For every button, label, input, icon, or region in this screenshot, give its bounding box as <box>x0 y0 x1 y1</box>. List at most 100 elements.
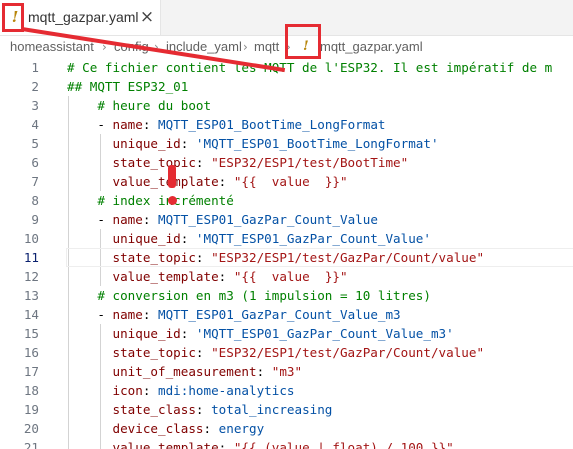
code-text: # conversion en m3 (1 impulsion = 10 lit… <box>67 286 431 305</box>
code-text: state_topic: "ESP32/ESP1/test/GazPar/Cou… <box>67 248 485 267</box>
code-text: value_template: "{{ value }}" <box>67 267 348 286</box>
code-line[interactable]: 4 - name: MQTT_ESP01_BootTime_LongFormat <box>0 115 573 134</box>
code-token: "{{ (value | float) / 100 }}" <box>233 440 454 449</box>
code-token: : <box>195 155 212 170</box>
code-line[interactable]: 20 device_class: energy <box>0 419 573 438</box>
code-line[interactable]: 15 unique_id: 'MQTT_ESP01_GazPar_Count_V… <box>0 324 573 343</box>
code-token: # conversion en m3 (1 impulsion = 10 lit… <box>97 288 431 303</box>
code-text: - name: MQTT_ESP01_GazPar_Count_Value <box>67 210 378 229</box>
code-token: # heure du boot <box>97 98 212 113</box>
line-number: 17 <box>23 364 39 379</box>
code-text: unit_of_measurement: "m3" <box>67 362 303 381</box>
code-token: : <box>195 345 212 360</box>
code-text: # heure du boot <box>67 96 211 115</box>
chevron-right-icon: › <box>243 40 248 54</box>
code-token: mdi:home-analytics <box>158 383 295 398</box>
code-token: # Ce fichier contient les MQTT de l'ESP3… <box>67 60 553 75</box>
code-token: - <box>67 117 113 132</box>
code-token: : <box>195 250 212 265</box>
code-token: : <box>218 174 234 189</box>
code-line[interactable]: 10 unique_id: 'MQTT_ESP01_GazPar_Count_V… <box>0 229 573 248</box>
code-token: MQTT_ESP01_GazPar_Count_Value <box>158 212 378 227</box>
line-number: 8 <box>31 193 39 208</box>
code-token: unique_id <box>112 231 181 246</box>
code-token: 'MQTT_ESP01_BootTime_LongFormat' <box>195 136 439 151</box>
code-line[interactable]: 1 # Ce fichier contient les MQTT de l'ESP… <box>0 58 573 77</box>
code-token: "ESP32/ESP1/test/GazPar/Count/value" <box>211 250 485 265</box>
code-line[interactable]: 7 value_template: "{{ value }}" <box>0 172 573 191</box>
code-token: : <box>203 421 219 436</box>
close-icon[interactable]: × <box>138 8 156 26</box>
annotation-box-tab <box>2 3 24 32</box>
code-line[interactable]: 5 unique_id: 'MQTT_ESP01_BootTime_LongFo… <box>0 134 573 153</box>
code-token: state_topic <box>112 155 196 170</box>
code-token: value_template <box>112 440 219 449</box>
line-number: 5 <box>31 136 39 151</box>
annotation-box-breadcrumb <box>285 24 321 59</box>
code-text: ## MQTT ESP32_01 <box>67 77 188 96</box>
code-token: 'MQTT_ESP01_GazPar_Count_Value_m3' <box>195 326 454 341</box>
code-line[interactable]: 18 icon: mdi:home-analytics <box>0 381 573 400</box>
line-number: 3 <box>31 98 39 113</box>
code-line[interactable]: 13 # conversion en m3 (1 impulsion = 10 … <box>0 286 573 305</box>
code-text: state_topic: "ESP32/ESP1/test/BootTime" <box>67 153 409 172</box>
code-line[interactable]: 17 unit_of_measurement: "m3" <box>0 362 573 381</box>
code-token: ## MQTT ESP32_01 <box>67 79 189 94</box>
code-token: unit_of_measurement <box>112 364 257 379</box>
code-token: : <box>142 383 159 398</box>
code-token: state_class <box>112 402 196 417</box>
code-token: unique_id <box>112 136 181 151</box>
code-line[interactable]: 21 value_template: "{{ (value | float) /… <box>0 438 573 449</box>
code-line[interactable]: 16 state_topic: "ESP32/ESP1/test/GazPar/… <box>0 343 573 362</box>
code-line[interactable]: 2 ## MQTT ESP32_01 <box>0 77 573 96</box>
code-line[interactable]: 19 state_class: total_increasing <box>0 400 573 419</box>
code-text: unique_id: 'MQTT_ESP01_GazPar_Count_Valu… <box>67 324 454 343</box>
code-text: state_topic: "ESP32/ESP1/test/GazPar/Cou… <box>67 343 485 362</box>
code-text: value_template: "{{ value }}" <box>67 172 348 191</box>
line-number: 21 <box>23 440 39 449</box>
code-line[interactable]: 9 - name: MQTT_ESP01_GazPar_Count_Value <box>0 210 573 229</box>
code-line[interactable]: 12 value_template: "{{ value }}" <box>0 267 573 286</box>
line-number: 6 <box>31 155 39 170</box>
code-text: unique_id: 'MQTT_ESP01_GazPar_Count_Valu… <box>67 229 431 248</box>
code-editor[interactable]: 1 # Ce fichier contient les MQTT de l'ESP… <box>0 58 573 449</box>
line-number: 9 <box>31 212 39 227</box>
code-token: device_class <box>112 421 204 436</box>
code-token: : <box>218 440 234 449</box>
code-token: MQTT_ESP01_GazPar_Count_Value_m3 <box>158 307 401 322</box>
code-line[interactable]: 8 # index incrémenté <box>0 191 573 210</box>
code-line[interactable]: 6 state_topic: "ESP32/ESP1/test/BootTime… <box>0 153 573 172</box>
line-number: 1 <box>31 60 39 75</box>
code-token: 'MQTT_ESP01_GazPar_Count_Value' <box>195 231 431 246</box>
line-number: 2 <box>31 79 39 94</box>
line-number: 13 <box>23 288 39 303</box>
code-token: state_topic <box>112 345 196 360</box>
code-token: : <box>142 307 159 322</box>
code-token: : <box>142 117 159 132</box>
code-line[interactable]: 11 state_topic: "ESP32/ESP1/test/GazPar/… <box>0 248 573 267</box>
code-token: - <box>67 212 113 227</box>
breadcrumb-item-mqtt[interactable]: mqtt <box>254 36 279 58</box>
line-number: 10 <box>23 231 39 246</box>
code-token: state_topic <box>112 250 196 265</box>
line-number: 11 <box>23 250 39 265</box>
code-line[interactable]: 3 # heure du boot <box>0 96 573 115</box>
code-token: name <box>112 307 143 322</box>
code-token: unique_id <box>112 326 181 341</box>
code-line[interactable]: 14 - name: MQTT_ESP01_GazPar_Count_Value… <box>0 305 573 324</box>
code-token: "m3" <box>271 364 303 379</box>
breadcrumb-item-file[interactable]: mqtt_gazpar.yaml <box>320 36 423 58</box>
